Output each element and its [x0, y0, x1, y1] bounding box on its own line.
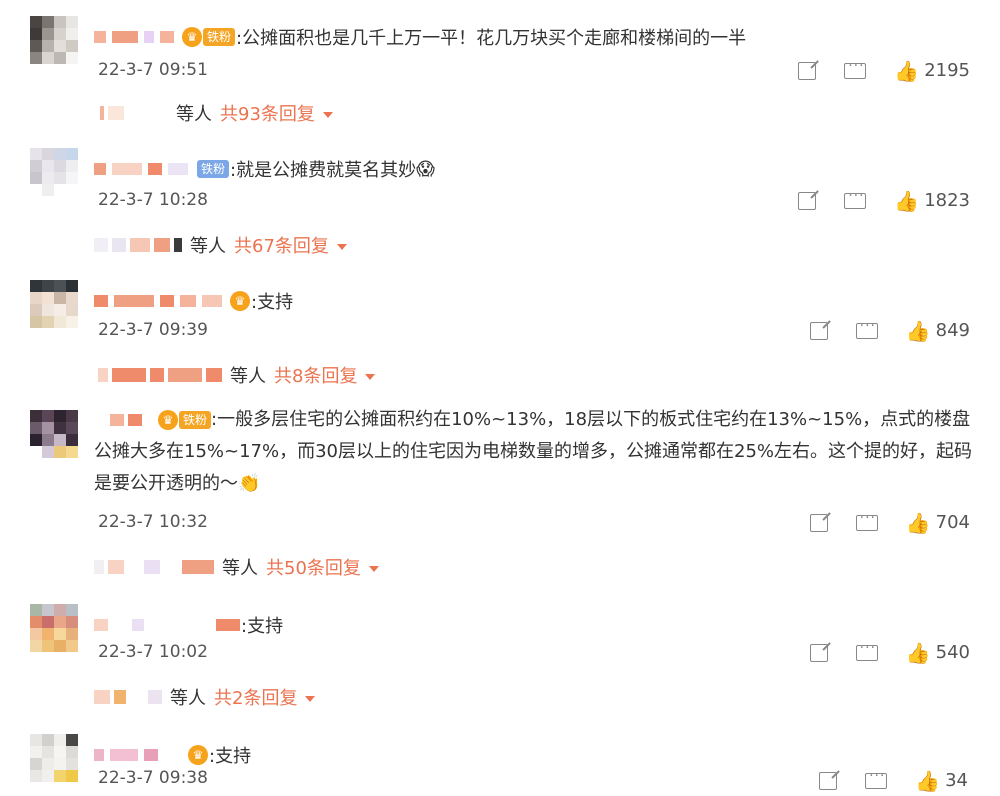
- replies-total[interactable]: 共50条回复: [266, 554, 361, 580]
- fan-tag: 铁粉: [197, 160, 230, 178]
- username[interactable]: [94, 749, 186, 761]
- fan-badge[interactable]: ♛: [188, 745, 208, 765]
- timestamp: 22-3-7 10:02: [98, 642, 208, 662]
- like-icon[interactable]: 👍: [915, 771, 940, 791]
- comment-item: ♛ 铁粉 :公摊面积也是几千上万一平！花几万块买个走廊和楼梯间的一半 22-3-…: [0, 0, 1000, 128]
- username[interactable]: [94, 31, 180, 43]
- comment-icon[interactable]: [855, 318, 878, 339]
- comment-icon[interactable]: [855, 640, 878, 661]
- comment-item: ♛ :支持 22-3-7 09:38 👍 34: [0, 718, 1000, 796]
- replies-total[interactable]: 共67条回复: [234, 232, 329, 258]
- share-icon[interactable]: [809, 513, 828, 532]
- username[interactable]: [94, 619, 240, 631]
- like-count: 704: [935, 512, 970, 533]
- share-icon[interactable]: [819, 771, 838, 790]
- replies-summary[interactable]: 等人 共8条回复: [98, 362, 376, 388]
- avatar[interactable]: [30, 280, 78, 328]
- replies-who: 等人: [190, 236, 226, 257]
- comment-icon[interactable]: [855, 510, 878, 531]
- like-count: 34: [945, 770, 968, 791]
- reply-usernames: [94, 238, 186, 252]
- username[interactable]: [94, 163, 194, 175]
- replies-who: 等人: [170, 688, 206, 709]
- replies-who: 等人: [230, 366, 266, 387]
- reply-usernames: [94, 560, 218, 574]
- clapping-hands-icon: 👏: [238, 473, 261, 494]
- comment-item: :支持 22-3-7 10:02 👍 540 等人 共2条回复: [0, 588, 1000, 716]
- replies-total[interactable]: 共2条回复: [214, 684, 297, 710]
- like-icon[interactable]: 👍: [894, 191, 919, 211]
- comment-text: :支持: [241, 616, 284, 637]
- fan-tag: 铁粉: [203, 28, 236, 46]
- reply-usernames: [94, 690, 166, 704]
- username[interactable]: [94, 414, 156, 426]
- replies-total[interactable]: 共93条回复: [220, 100, 315, 126]
- avatar[interactable]: [30, 734, 78, 782]
- crown-icon: ♛: [158, 410, 178, 430]
- comment-text: :一般多层住宅的公摊面积约在10%~13%，18层以下的板式住宅约在13%~15…: [94, 409, 973, 494]
- like-count: 849: [935, 320, 970, 341]
- comment-item: ♛ :支持 22-3-7 09:39 👍 849 等人 共8条回复: [0, 264, 1000, 392]
- username[interactable]: [94, 295, 228, 307]
- comment-text: :公摊面积也是几千上万一平！花几万块买个走廊和楼梯间的一半: [236, 28, 747, 49]
- replies-summary[interactable]: 等人 共93条回复: [100, 100, 333, 126]
- like-icon[interactable]: 👍: [894, 61, 919, 81]
- timestamp: 22-3-7 09:38: [98, 768, 208, 788]
- fan-badge[interactable]: ♛ 铁粉: [158, 410, 212, 430]
- like-count: 540: [935, 642, 970, 663]
- like-icon[interactable]: 👍: [906, 321, 931, 341]
- like-icon[interactable]: 👍: [906, 513, 931, 533]
- avatar[interactable]: [30, 604, 78, 652]
- crown-icon: ♛: [230, 291, 250, 311]
- comment-text: :支持: [251, 292, 294, 313]
- avatar[interactable]: [30, 410, 78, 458]
- timestamp: 22-3-7 10:28: [98, 190, 208, 210]
- comment-item: 铁粉 :就是公摊费就莫名其妙 😱 22-3-7 10:28 👍 1823 等人 …: [0, 132, 1000, 260]
- emoji-icon: 😱: [416, 158, 435, 180]
- chevron-down-icon[interactable]: [365, 373, 376, 380]
- chevron-down-icon[interactable]: [368, 565, 379, 572]
- crown-icon: ♛: [188, 745, 208, 765]
- chevron-down-icon[interactable]: [305, 695, 316, 702]
- comment-text: :支持: [209, 746, 252, 767]
- chevron-down-icon[interactable]: [336, 243, 347, 250]
- timestamp: 22-3-7 09:51: [98, 60, 208, 80]
- timestamp: 22-3-7 09:39: [98, 320, 208, 340]
- crown-icon: ♛: [182, 27, 202, 47]
- comment-body: ♛ 铁粉:一般多层住宅的公摊面积约在10%~13%，18层以下的板式住宅约在13%…: [94, 404, 974, 500]
- avatar[interactable]: [30, 148, 78, 196]
- fan-badge[interactable]: ♛: [230, 291, 250, 311]
- reply-usernames: [98, 368, 226, 382]
- fan-badge[interactable]: 铁粉: [196, 160, 230, 178]
- share-icon[interactable]: [809, 321, 828, 340]
- avatar[interactable]: [30, 16, 78, 64]
- comment-text: :就是公摊费就莫名其妙: [230, 160, 417, 181]
- timestamp: 22-3-7 10:32: [98, 512, 208, 532]
- comment-icon[interactable]: [844, 188, 867, 209]
- like-icon[interactable]: 👍: [906, 643, 931, 663]
- replies-summary[interactable]: 等人 共2条回复: [94, 684, 316, 710]
- share-icon[interactable]: [809, 643, 828, 662]
- comment-item: ♛ 铁粉:一般多层住宅的公摊面积约在10%~13%，18层以下的板式住宅约在13%…: [0, 396, 1000, 580]
- replies-who: 等人: [176, 104, 212, 125]
- fan-tag: 铁粉: [179, 411, 212, 429]
- replies-summary[interactable]: 等人 共50条回复: [94, 554, 379, 580]
- share-icon[interactable]: [798, 191, 817, 210]
- reply-usernames: [100, 106, 172, 120]
- share-icon[interactable]: [798, 61, 817, 80]
- like-count: 1823: [924, 190, 970, 211]
- replies-summary[interactable]: 等人 共67条回复: [94, 232, 347, 258]
- comment-icon[interactable]: [865, 768, 888, 789]
- like-count: 2195: [924, 60, 970, 81]
- replies-who: 等人: [222, 558, 258, 579]
- fan-badge[interactable]: ♛ 铁粉: [182, 27, 236, 47]
- comment-icon[interactable]: [844, 58, 867, 79]
- replies-total[interactable]: 共8条回复: [274, 362, 357, 388]
- chevron-down-icon[interactable]: [322, 111, 333, 118]
